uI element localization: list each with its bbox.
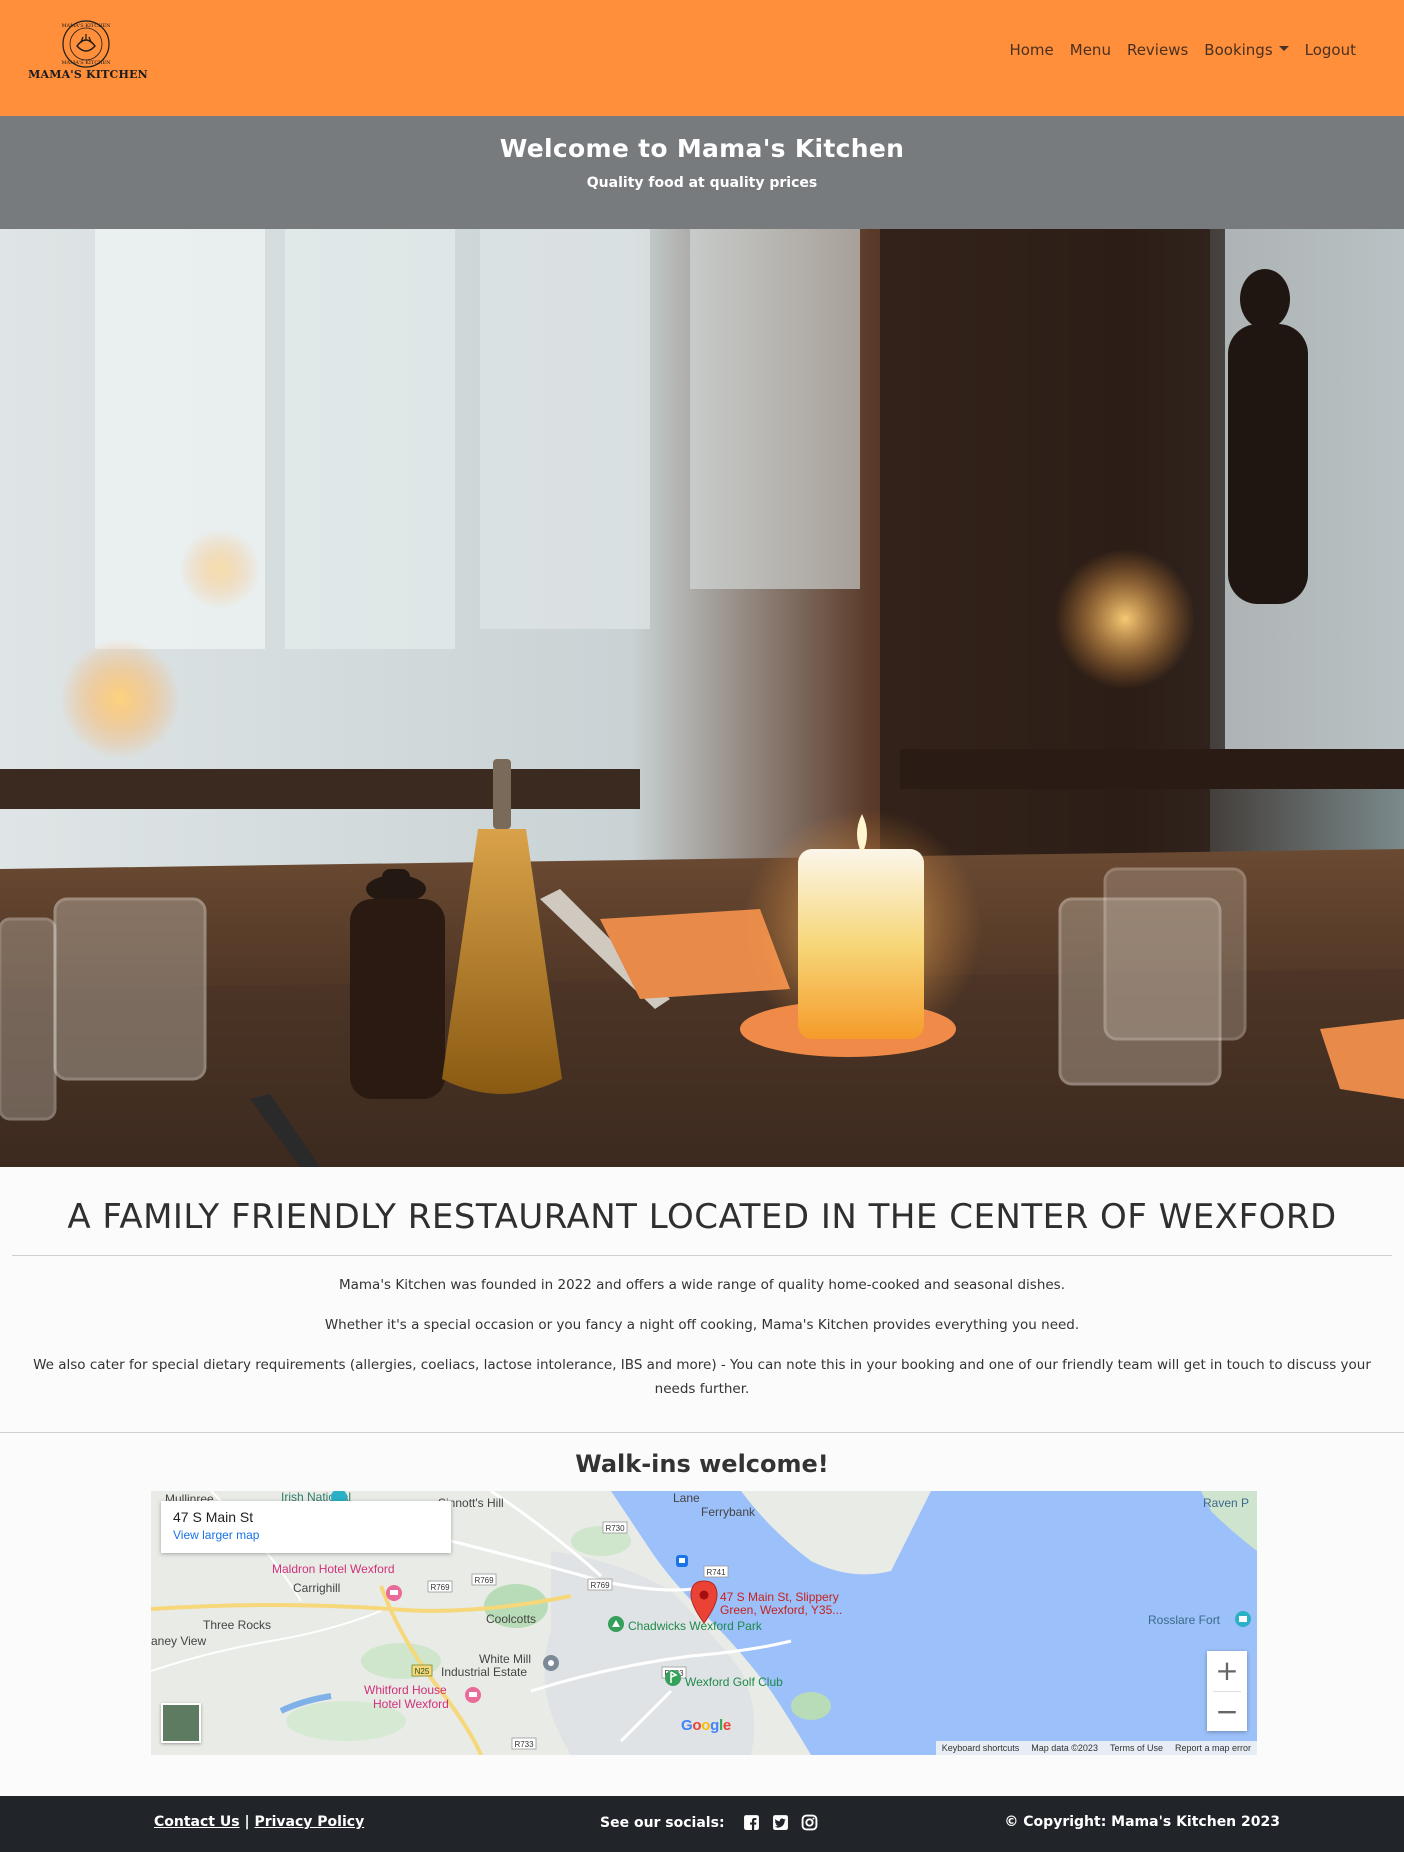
map-place-label: Maldron Hotel Wexford	[272, 1562, 395, 1576]
map-card-address: 47 S Main St	[173, 1509, 254, 1525]
banner-subtitle: Quality food at quality prices	[586, 175, 818, 191]
caret-down-icon	[1278, 46, 1289, 51]
about-section: A FAMILY FRIENDLY RESTAURANT LOCATED IN …	[0, 1167, 1404, 1433]
keyboard-shortcuts-link[interactable]: Keyboard shortcuts	[936, 1741, 1026, 1755]
about-paragraph-1: Mama's Kitchen was founded in 2022 and o…	[338, 1277, 1066, 1293]
instagram-icon[interactable]	[801, 1814, 818, 1831]
section-divider	[0, 1432, 1404, 1433]
about-paragraph-3: We also cater for special dietary requir…	[33, 1357, 1371, 1397]
footer: Contact Us | Privacy Policy See our soci…	[0, 1796, 1404, 1852]
map-data-label: Map data ©2023	[1031, 1743, 1098, 1753]
zoom-out-button[interactable]: −	[1207, 1692, 1247, 1732]
socials-label: See our socials:	[600, 1814, 725, 1831]
footer-separator: |	[244, 1814, 250, 1830]
twitter-icon[interactable]	[772, 1814, 789, 1831]
brand-name: MAMA'S KITCHEN	[28, 68, 148, 81]
brand-logo[interactable]: MAMA'S KITCHEN MAMA'S KITCHEN MAMA'S KIT…	[28, 16, 148, 84]
map-place-label: Lane	[673, 1491, 700, 1505]
landmark-poi-icon[interactable]	[1235, 1611, 1251, 1627]
road-label: R769	[474, 1576, 494, 1585]
welcome-banner: Welcome to Mama's Kitchen Quality food a…	[0, 116, 1404, 229]
footer-links: Contact Us | Privacy Policy	[154, 1814, 364, 1830]
copyright: © Copyright: Mama's Kitchen 2023	[1004, 1814, 1280, 1830]
nav-home[interactable]: Home	[1009, 38, 1053, 62]
map-place-label: Industrial Estate	[441, 1665, 527, 1679]
nav-bookings-label: Bookings	[1204, 41, 1273, 59]
hotel-poi-icon[interactable]	[386, 1585, 402, 1601]
logo-emblem-icon: MAMA'S KITCHEN MAMA'S KITCHEN	[61, 20, 111, 68]
main-nav: Home Menu Reviews Bookings Logout	[1009, 38, 1356, 62]
about-heading: A FAMILY FRIENDLY RESTAURANT LOCATED IN …	[67, 1197, 1337, 1237]
map-place-label: White Mill	[479, 1652, 531, 1666]
nav-bookings-dropdown[interactable]: Bookings	[1204, 38, 1289, 62]
map-place-label: Chadwicks Wexford Park	[628, 1619, 763, 1633]
terms-of-use-link[interactable]: Terms of Use	[1104, 1741, 1169, 1755]
zoom-controls: + −	[1207, 1651, 1247, 1731]
industrial-poi-icon[interactable]	[543, 1655, 559, 1671]
map-place-label: Carrighill	[293, 1581, 340, 1595]
road-label: R769	[430, 1583, 450, 1592]
road-label: R769	[590, 1581, 610, 1590]
map-info-card: 47 S Main St View larger map	[161, 1501, 451, 1553]
park-poi-icon[interactable]	[608, 1616, 624, 1632]
banner-title: Welcome to Mama's Kitchen	[499, 134, 905, 163]
google-logo: Google	[681, 1717, 731, 1734]
map-place-label: Wexford Golf Club	[685, 1675, 783, 1689]
contact-us-link[interactable]: Contact Us	[154, 1814, 240, 1830]
map-place-label: Whitford House	[364, 1683, 447, 1697]
road-label: N25	[415, 1667, 430, 1676]
nav-logout[interactable]: Logout	[1305, 38, 1356, 62]
transit-poi-icon[interactable]	[676, 1555, 688, 1567]
map-place-label: Coolcotts	[486, 1612, 536, 1626]
zoom-in-button[interactable]: +	[1207, 1651, 1247, 1691]
navbar: MAMA'S KITCHEN MAMA'S KITCHEN MAMA'S KIT…	[0, 0, 1404, 116]
satellite-toggle-button[interactable]	[161, 1703, 201, 1743]
map-place-label: Rosslare Fort	[1148, 1613, 1221, 1627]
about-paragraph-2: Whether it's a special occasion or you f…	[324, 1317, 1080, 1333]
privacy-policy-link[interactable]: Privacy Policy	[254, 1814, 364, 1830]
map-place-label: Hotel Wexford	[373, 1697, 449, 1711]
footer-socials: See our socials:	[600, 1814, 818, 1831]
svg-text:MAMA'S KITCHEN: MAMA'S KITCHEN	[61, 23, 111, 29]
view-larger-map-link[interactable]: View larger map	[173, 1528, 439, 1542]
marker-label: 47 S Main St, Slippery	[720, 1590, 839, 1604]
report-map-error-link[interactable]: Report a map error	[1169, 1741, 1257, 1755]
road-label: R730	[605, 1524, 625, 1533]
map-attribution: Keyboard shortcuts Map data ©2023 Terms …	[935, 1741, 1257, 1755]
facebook-icon[interactable]	[743, 1814, 760, 1831]
map-place-label: Ferrybank	[701, 1505, 756, 1519]
location-map[interactable]: R730 R741 R769 R769 R769 R733 R733 N25 M…	[151, 1491, 1257, 1755]
map-place-label: aney View	[151, 1634, 206, 1648]
map-place-label: Three Rocks	[203, 1618, 271, 1632]
map-place-label: Raven P	[1203, 1496, 1249, 1510]
road-label: R733	[514, 1740, 534, 1749]
nav-reviews[interactable]: Reviews	[1127, 38, 1188, 62]
nav-menu[interactable]: Menu	[1070, 38, 1111, 62]
road-label: R741	[706, 1568, 726, 1577]
walkins-heading: Walk-ins welcome!	[575, 1450, 829, 1478]
hotel-poi-icon[interactable]	[465, 1687, 481, 1703]
marker-label: Green, Wexford, Y35...	[720, 1603, 842, 1617]
golf-poi-icon[interactable]	[665, 1670, 681, 1686]
svg-text:MAMA'S KITCHEN: MAMA'S KITCHEN	[61, 60, 111, 66]
hero-image	[0, 229, 1404, 1167]
section-divider	[12, 1255, 1392, 1256]
